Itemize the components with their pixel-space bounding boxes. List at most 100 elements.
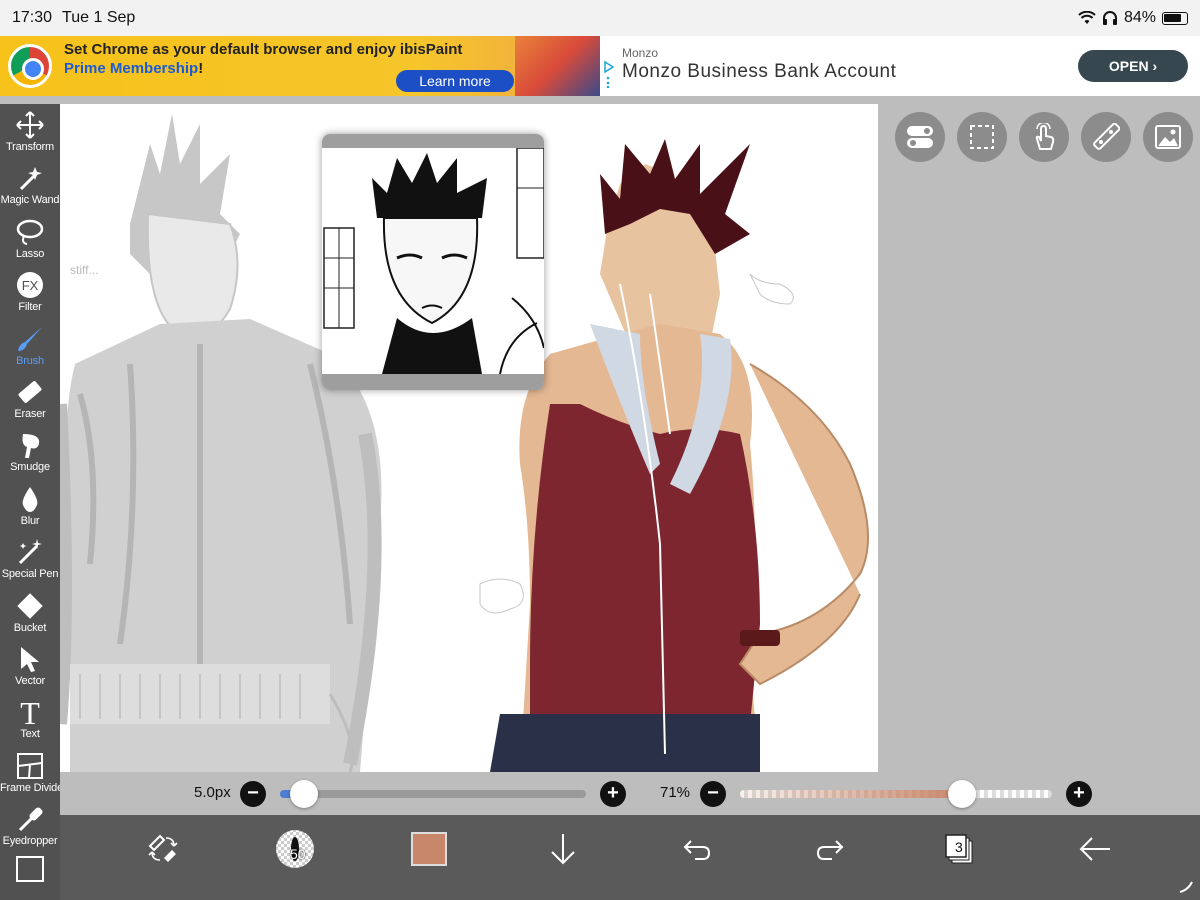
selection-icon bbox=[970, 125, 994, 149]
tool-label: Bucket bbox=[13, 621, 47, 634]
home-indicator-icon bbox=[1179, 881, 1193, 893]
brush-preview-text: 50 bbox=[290, 846, 306, 862]
tool-magic-wand[interactable]: Magic Wand bbox=[0, 159, 60, 212]
ruler-icon bbox=[1093, 123, 1120, 150]
opacity-slider[interactable] bbox=[740, 790, 1052, 798]
canvas-top-tools bbox=[895, 112, 1193, 162]
selection-button[interactable] bbox=[957, 112, 1007, 162]
reference-image-button[interactable] bbox=[1143, 112, 1193, 162]
size-decrease-button[interactable]: − bbox=[240, 781, 266, 807]
size-increase-button[interactable]: + bbox=[600, 781, 626, 807]
tool-brush[interactable]: Brush bbox=[0, 320, 60, 373]
download-button[interactable] bbox=[538, 829, 588, 869]
color-swatch bbox=[411, 832, 447, 866]
tool-label: Transform bbox=[6, 141, 54, 153]
tool-label: Smudge bbox=[10, 461, 50, 474]
bucket-icon bbox=[15, 591, 45, 621]
ad-artwork-image bbox=[515, 36, 600, 96]
tool-label: Brush bbox=[16, 354, 44, 367]
opacity-knob[interactable] bbox=[947, 780, 976, 808]
canvas-area[interactable]: stiff... bbox=[60, 104, 1200, 774]
brush-size-value: 5.0px bbox=[194, 784, 231, 801]
opacity-value: 71% bbox=[660, 784, 691, 801]
brush-size-knob[interactable] bbox=[290, 780, 319, 808]
undo-button[interactable] bbox=[672, 829, 722, 869]
vector-cursor-icon bbox=[15, 644, 45, 674]
blur-drop-icon bbox=[15, 484, 45, 514]
layers-button[interactable]: 3 bbox=[935, 829, 985, 869]
status-time: 17:30 bbox=[12, 9, 53, 26]
drawing-canvas[interactable]: stiff... bbox=[60, 104, 878, 772]
tool-bucket[interactable]: Bucket bbox=[0, 587, 60, 640]
tool-label: Eraser bbox=[14, 408, 46, 420]
doodle-text: stiff... bbox=[70, 263, 98, 277]
swap-tool-button[interactable] bbox=[138, 829, 188, 869]
arrow-down-icon bbox=[551, 834, 575, 865]
reference-window-handle[interactable] bbox=[322, 134, 544, 148]
svg-text:FX: FX bbox=[22, 278, 39, 293]
tool-label: Vector bbox=[15, 675, 45, 687]
tool-label: Frame Divider bbox=[0, 781, 67, 794]
tool-label: Lasso bbox=[15, 247, 45, 260]
headphones-icon bbox=[1102, 11, 1117, 25]
move-arrows-icon bbox=[15, 110, 45, 140]
reference-window[interactable] bbox=[322, 134, 544, 390]
undo-icon bbox=[683, 840, 711, 860]
svg-text:T: T bbox=[20, 697, 40, 727]
gesture-button[interactable] bbox=[1019, 112, 1069, 162]
tool-frame-divider[interactable]: Frame Divider bbox=[0, 747, 67, 800]
tool-vector[interactable]: Vector bbox=[0, 640, 60, 693]
smudge-icon bbox=[15, 430, 45, 460]
tool-eraser[interactable]: Eraser bbox=[0, 373, 60, 426]
status-bar: 17:30 Tue 1 Sep 84% bbox=[0, 0, 1200, 36]
tool-eyedropper[interactable]: Eyedropper bbox=[0, 800, 60, 853]
tool-label: Blur bbox=[20, 514, 40, 527]
monzo-headline: Monzo Business Bank Account bbox=[622, 61, 897, 82]
reference-image-icon bbox=[1155, 125, 1181, 149]
arrow-left-icon bbox=[1079, 837, 1110, 861]
monzo-brand: Monzo bbox=[622, 46, 659, 60]
brush-preview-button[interactable]: 50 bbox=[270, 829, 320, 869]
opacity-decrease-button[interactable]: − bbox=[700, 781, 726, 807]
text-icon: T bbox=[15, 695, 45, 731]
fx-icon: FX bbox=[15, 270, 45, 300]
color-button[interactable] bbox=[404, 829, 454, 869]
gesture-icon bbox=[1035, 123, 1055, 150]
learn-more-button[interactable]: Learn more bbox=[396, 70, 514, 92]
opacity-increase-button[interactable]: + bbox=[1066, 781, 1092, 807]
brush-icon bbox=[15, 324, 45, 354]
slider-row: 5.0px − + 71% − + bbox=[60, 774, 1200, 814]
tool-special-pen[interactable]: Special Pen bbox=[0, 533, 60, 586]
reference-window-footer bbox=[322, 374, 544, 390]
tool-transform[interactable]: Transform bbox=[0, 106, 60, 159]
lasso-icon bbox=[15, 217, 45, 247]
toggle-icon bbox=[907, 126, 933, 148]
chrome-ad[interactable]: Set Chrome as your default browser and e… bbox=[0, 36, 600, 96]
reference-manga-image bbox=[322, 147, 544, 375]
special-pen-icon bbox=[15, 537, 45, 567]
tool-filter[interactable]: FX Filter bbox=[0, 266, 60, 319]
tool-text[interactable]: T Text bbox=[0, 693, 60, 746]
bottom-toolbar: 50 3 bbox=[60, 815, 1200, 900]
back-button[interactable] bbox=[1070, 829, 1120, 869]
redo-button[interactable] bbox=[805, 829, 855, 869]
tool-sidebar: Transform Magic Wand Lasso FX Filter Brush Era… bbox=[0, 104, 67, 900]
frame-tool-icon[interactable] bbox=[16, 856, 44, 882]
tool-label: Text bbox=[20, 728, 40, 741]
ibispaint-app: 17:30 Tue 1 Sep 84% Set Chrome as your d… bbox=[0, 0, 1200, 900]
tool-label: Eyedropper bbox=[2, 835, 58, 848]
battery-icon bbox=[1162, 11, 1188, 25]
brush-size-slider[interactable] bbox=[280, 790, 586, 798]
tool-lasso[interactable]: Lasso bbox=[0, 213, 60, 266]
toggle-button[interactable] bbox=[895, 112, 945, 162]
ruler-button[interactable] bbox=[1081, 112, 1131, 162]
battery-percent: 84% bbox=[1123, 9, 1156, 26]
tool-smudge[interactable]: Smudge bbox=[0, 426, 60, 479]
open-button[interactable]: OPEN › bbox=[1078, 50, 1188, 82]
tool-blur[interactable]: Blur bbox=[0, 480, 60, 533]
frame-divider-icon bbox=[15, 751, 45, 781]
ad-choices-icon bbox=[604, 60, 614, 88]
monzo-ad[interactable]: Monzo Monzo Business Bank Account OPEN › bbox=[604, 36, 1200, 96]
wifi-icon bbox=[1078, 11, 1096, 24]
eyedropper-icon bbox=[15, 804, 45, 834]
